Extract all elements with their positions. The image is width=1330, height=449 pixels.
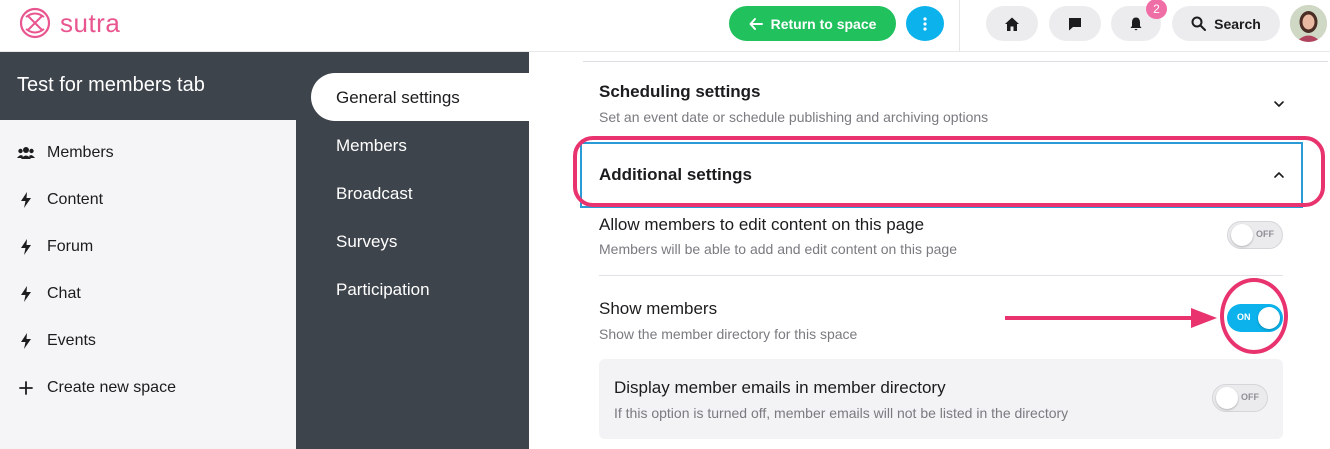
sidebar-item-label: Content — [47, 191, 104, 208]
home-button[interactable] — [986, 6, 1038, 41]
toggle-knob — [1216, 387, 1238, 409]
space-title: Test for members tab — [17, 74, 205, 96]
member-emails-panel — [599, 359, 1283, 439]
bolt-icon — [17, 285, 35, 303]
bolt-icon — [17, 332, 35, 350]
bolt-icon — [17, 238, 35, 256]
sidebar-item-label: Forum — [47, 238, 94, 255]
search-icon — [1191, 16, 1207, 31]
tab-members[interactable]: Members — [336, 136, 407, 156]
display-emails-toggle[interactable]: OFF — [1212, 384, 1268, 412]
top-bar: sutra Return to space 2 Search — [0, 0, 1330, 52]
topbar-divider — [959, 0, 960, 52]
sidebar-item-forum[interactable]: Forum — [17, 238, 93, 256]
messages-button[interactable] — [1049, 6, 1101, 41]
home-icon — [1005, 17, 1019, 31]
row-divider — [599, 275, 1283, 276]
kebab-menu-icon — [923, 16, 927, 31]
sidebar-item-members[interactable]: Members — [17, 144, 114, 162]
space-header: Test for members tab — [0, 52, 296, 120]
return-to-space-button[interactable]: Return to space — [729, 6, 896, 41]
show-members-title: Show members — [599, 299, 718, 318]
section-divider — [583, 61, 1328, 62]
tab-broadcast[interactable]: Broadcast — [336, 184, 413, 204]
sidebar-item-label: Events — [47, 332, 96, 349]
avatar-image — [1290, 5, 1327, 42]
sidebar-item-label: Create new space — [47, 379, 176, 396]
sidebar-item-create-new-space[interactable]: Create new space — [17, 379, 176, 397]
scheduling-settings-desc: Set an event date or schedule publishing… — [599, 109, 989, 125]
return-to-space-label: Return to space — [770, 15, 877, 32]
toggle-state-label: OFF — [1256, 229, 1274, 239]
sidebar-item-chat[interactable]: Chat — [17, 285, 81, 303]
bolt-icon — [17, 191, 35, 209]
settings-main: Scheduling settings Set an event date or… — [529, 52, 1330, 449]
chat-bubble-icon — [1069, 17, 1081, 30]
chevron-up-icon[interactable] — [1272, 168, 1286, 182]
app-root: sutra Return to space 2 Search Test for … — [0, 0, 1330, 449]
sutra-logo-icon — [19, 7, 51, 39]
search-label: Search — [1214, 15, 1261, 32]
sidebar-item-content[interactable]: Content — [17, 191, 103, 209]
sidebar-item-events[interactable]: Events — [17, 332, 96, 350]
plus-icon — [17, 379, 35, 397]
brand-logo[interactable]: sutra — [18, 6, 120, 40]
space-sidebar: Test for members tab Members Content For… — [0, 52, 296, 449]
tab-general-settings-label: General settings — [336, 88, 460, 107]
scheduling-settings-title[interactable]: Scheduling settings — [599, 82, 761, 102]
show-members-desc: Show the member directory for this space — [599, 326, 858, 342]
allow-edit-desc: Members will be able to add and edit con… — [599, 241, 958, 257]
toggle-knob — [1231, 224, 1253, 246]
annotation-highlight-circle — [1220, 278, 1288, 354]
allow-edit-toggle[interactable]: OFF — [1227, 221, 1283, 249]
bell-icon — [1130, 17, 1142, 30]
brand-name: sutra — [60, 7, 121, 38]
notification-count-badge: 2 — [1146, 0, 1167, 19]
arrow-left-icon — [749, 17, 763, 30]
annotation-arrow — [1005, 308, 1217, 328]
tab-surveys[interactable]: Surveys — [336, 232, 397, 252]
search-button[interactable]: Search — [1172, 6, 1280, 41]
user-avatar[interactable] — [1290, 5, 1327, 42]
allow-edit-title: Allow members to edit content on this pa… — [599, 215, 925, 234]
toggle-state-label: OFF — [1241, 392, 1259, 402]
display-emails-title: Display member emails in member director… — [614, 378, 946, 397]
display-emails-desc: If this option is turned off, member ema… — [614, 405, 1069, 421]
settings-nav: General settings Members Broadcast Surve… — [296, 52, 529, 449]
sidebar-item-label: Members — [47, 144, 114, 161]
tab-participation[interactable]: Participation — [336, 280, 430, 300]
additional-settings-title: Additional settings — [599, 165, 752, 184]
sidebar-item-label: Chat — [47, 285, 81, 302]
chevron-down-icon[interactable] — [1272, 97, 1286, 111]
more-options-button[interactable] — [906, 6, 944, 41]
users-icon — [17, 144, 35, 162]
